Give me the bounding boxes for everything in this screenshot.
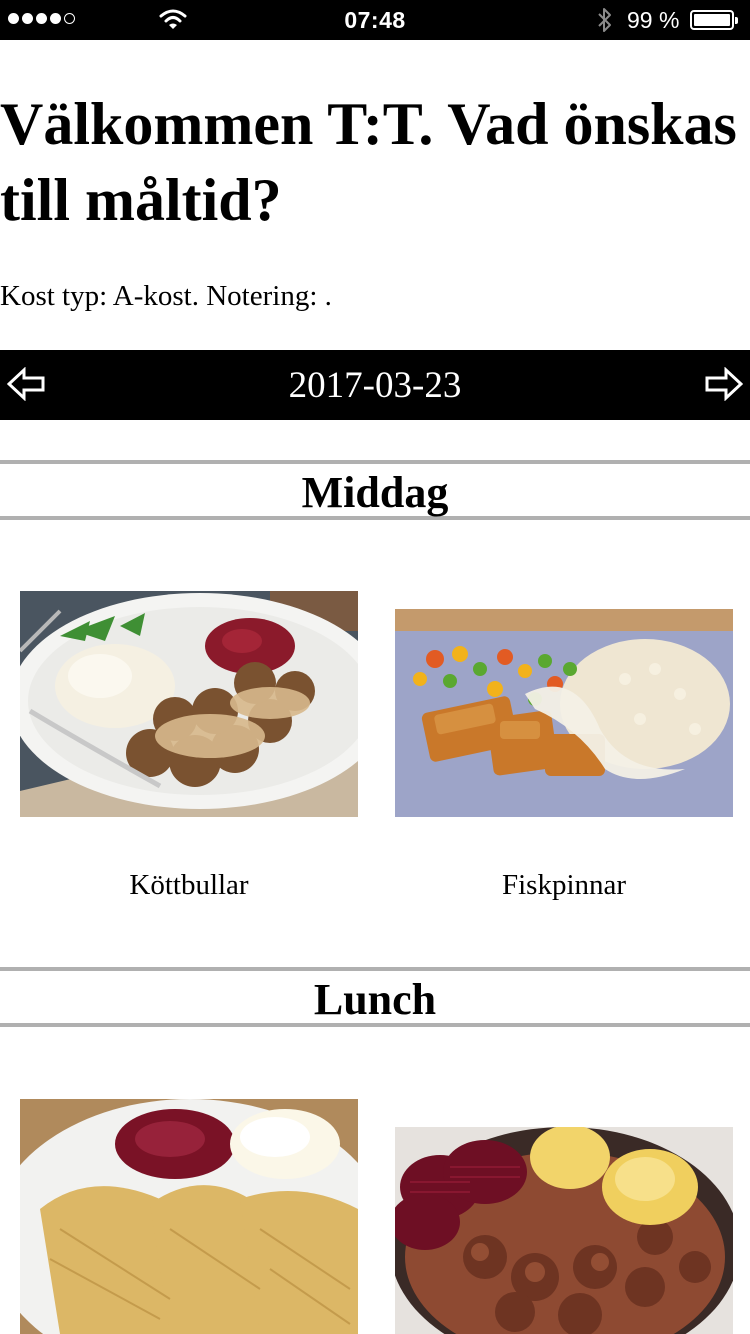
battery-level-fill <box>694 14 730 26</box>
section-header-middag: Middag <box>0 460 750 520</box>
bluetooth-icon <box>598 8 611 32</box>
meatballs-photo <box>20 591 358 817</box>
meal-card-pancakes[interactable] <box>20 1099 358 1334</box>
fish-sticks-photo <box>395 609 733 817</box>
status-bar: 07:48 99 % <box>0 0 750 40</box>
meal-name: Fiskpinnar <box>501 869 627 901</box>
welcome-heading: Välkommen T:T. Vad önskas till måltid? <box>0 91 737 233</box>
meal-card-meatballs[interactable]: Köttbullar <box>20 591 358 911</box>
section-title: Middag <box>301 468 449 517</box>
meal-card-stew[interactable] <box>395 1127 733 1334</box>
meal-name: Köttbullar <box>129 869 249 901</box>
pancakes-photo <box>20 1099 358 1334</box>
stew-photo <box>395 1127 733 1334</box>
section-title: Lunch <box>313 975 437 1024</box>
meal-card-fish-sticks[interactable]: Fiskpinnar <box>395 609 733 911</box>
date-navigation-bar: 2017-03-23 <box>0 350 750 420</box>
battery-percentage: 99 % <box>627 7 680 33</box>
arrow-right-icon[interactable] <box>705 367 743 401</box>
section-header-lunch: Lunch <box>0 967 750 1027</box>
battery-icon <box>690 10 738 30</box>
diet-note: Kost typ: A-kost. Notering: . <box>0 280 332 312</box>
current-date: 2017-03-23 <box>288 365 462 406</box>
